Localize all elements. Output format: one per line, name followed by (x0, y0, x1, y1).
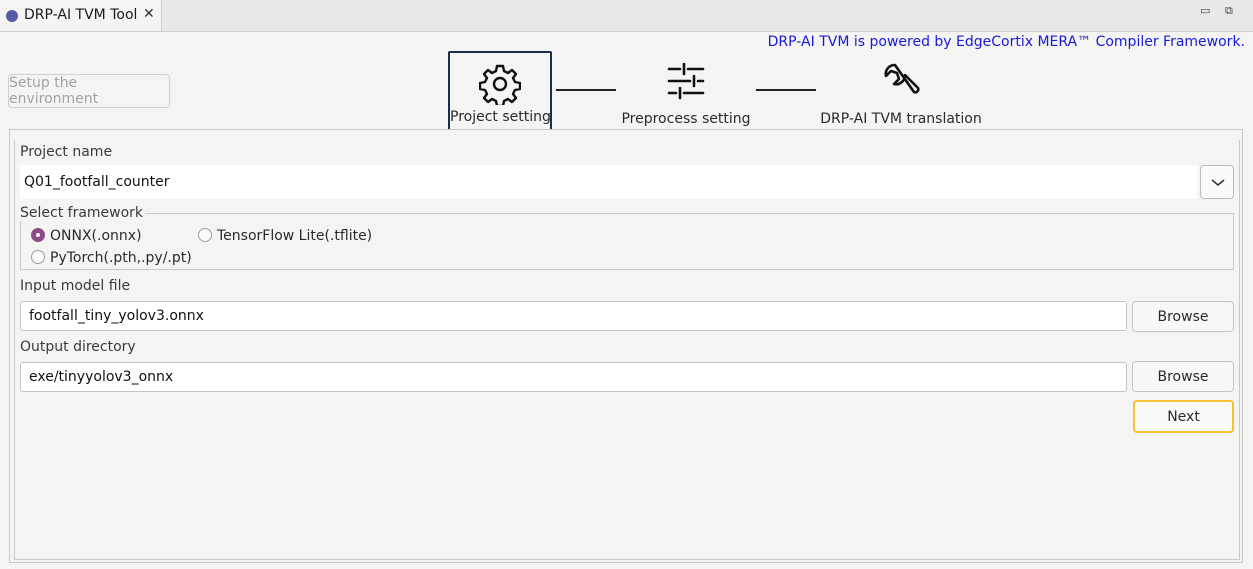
project-name-label: Project name (20, 144, 113, 160)
step-preprocess-setting[interactable]: Preprocess setting (618, 51, 754, 131)
powered-by-text: DRP-AI TVM is powered by EdgeCortix MERA… (767, 34, 1245, 50)
radio-onnx[interactable] (31, 228, 45, 242)
minimize-icon[interactable]: ▭ (1200, 4, 1210, 17)
output-directory-value[interactable]: exe/tinyyolov3_onnx (29, 369, 173, 385)
step-project-setting[interactable]: Project setting (448, 51, 552, 131)
project-name-dropdown-button[interactable] (1200, 165, 1234, 199)
close-icon[interactable]: ✕ (143, 6, 155, 22)
radio-tflite-label[interactable]: TensorFlow Lite(.tflite) (217, 228, 372, 244)
chevron-down-icon (1211, 179, 1225, 186)
panel-frame (14, 140, 1240, 560)
restore-icon[interactable]: ⧉ (1225, 4, 1233, 18)
step-label: DRP-AI TVM translation (820, 111, 982, 127)
radio-pytorch-label[interactable]: PyTorch(.pth,.py/.pt) (50, 250, 192, 266)
radio-onnx-label[interactable]: ONNX(.onnx) (50, 228, 142, 244)
app-icon (6, 10, 18, 22)
next-button[interactable]: Next (1133, 400, 1234, 433)
step-label: Project setting (450, 109, 551, 125)
step-connector (556, 89, 616, 91)
input-model-value[interactable]: footfall_tiny_yolov3.onnx (29, 308, 204, 324)
gear-icon (478, 63, 522, 109)
project-name-combo[interactable] (20, 165, 1197, 199)
sliders-icon (666, 61, 706, 105)
step-connector (756, 89, 816, 91)
tab-title: DRP-AI TVM Tool (24, 7, 138, 23)
framework-label: Select framework (20, 205, 146, 221)
browse-output-button[interactable]: Browse (1132, 361, 1234, 392)
tab-drp-ai-tvm-tool[interactable]: DRP-AI TVM Tool ✕ (0, 0, 162, 31)
setup-environment-button[interactable]: Setup the environment (8, 74, 170, 108)
output-directory-label: Output directory (20, 339, 136, 355)
project-name-value[interactable]: Q01_footfall_counter (24, 174, 170, 190)
step-drp-ai-tvm-translation[interactable]: DRP-AI TVM translation (816, 51, 986, 131)
browse-input-button[interactable]: Browse (1132, 301, 1234, 332)
editor-tab-bar (0, 0, 1253, 32)
output-directory-field[interactable] (20, 362, 1127, 392)
step-label: Preprocess setting (621, 111, 751, 127)
input-model-label: Input model file (20, 278, 131, 294)
radio-tflite[interactable] (198, 228, 212, 242)
radio-pytorch[interactable] (31, 250, 45, 264)
wrench-icon (881, 61, 921, 105)
